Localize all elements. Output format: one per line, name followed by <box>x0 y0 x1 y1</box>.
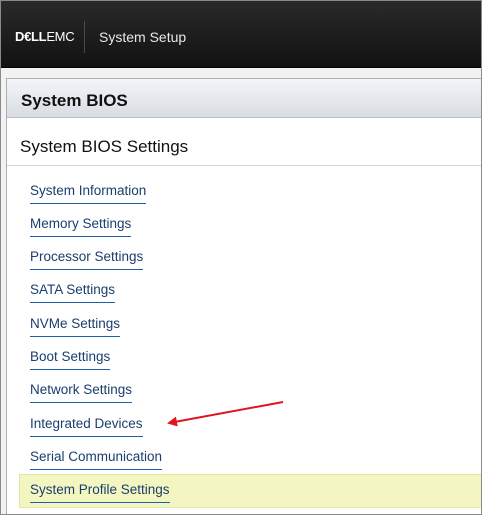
menu-item-label[interactable]: System Profile Settings <box>30 482 170 503</box>
header-divider <box>84 21 85 53</box>
main-panel: System BIOS System BIOS Settings System … <box>6 78 481 514</box>
app-window: D€LLEMC System Setup System BIOS System … <box>0 0 482 515</box>
menu-item-label[interactable]: Processor Settings <box>30 249 144 270</box>
menu-item-label[interactable]: Serial Communication <box>30 449 163 470</box>
menu-item-label[interactable]: Integrated Devices <box>30 416 143 437</box>
menu-item-label[interactable]: SATA Settings <box>30 282 116 303</box>
menu-item-label[interactable]: NVMe Settings <box>30 316 121 337</box>
menu-item-label[interactable]: Network Settings <box>30 382 133 403</box>
menu-item-label[interactable]: Memory Settings <box>30 216 132 237</box>
menu-item-system-profile-settings[interactable]: System Profile Settings <box>19 474 481 508</box>
bios-settings-menu: System Information Memory Settings Proce… <box>7 79 481 514</box>
top-bar: D€LLEMC System Setup <box>1 1 481 68</box>
menu-item-label[interactable]: Boot Settings <box>30 349 111 370</box>
menu-item-label[interactable]: System Information <box>30 183 147 204</box>
app-title: System Setup <box>99 29 187 45</box>
dell-emc-logo: D€LLEMC <box>15 29 75 44</box>
